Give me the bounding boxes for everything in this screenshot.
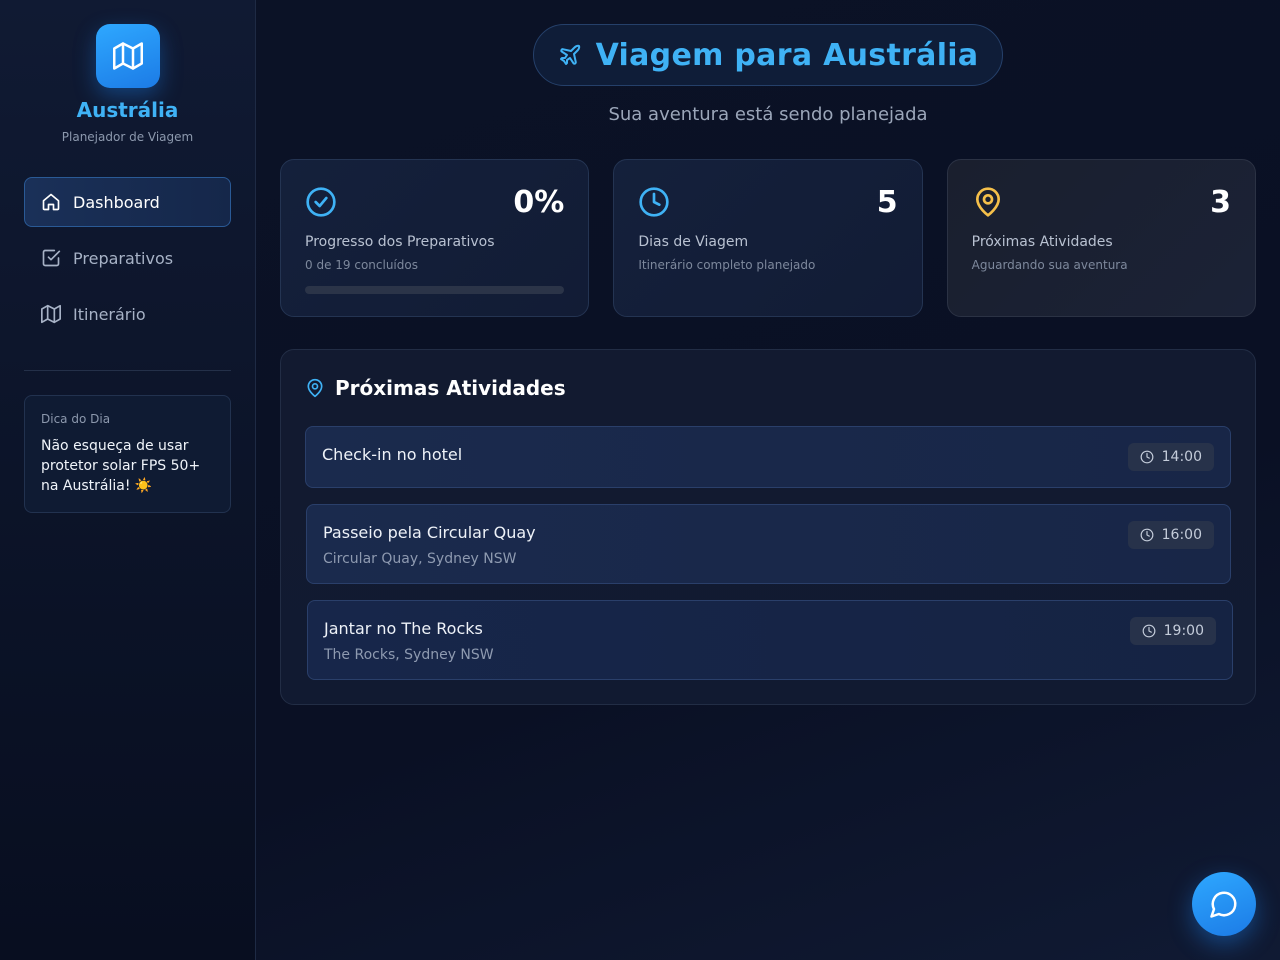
time-badge: 16:00: [1127, 521, 1214, 549]
progress-bar: [305, 286, 565, 294]
hero: Viagem para Austrália Sua aventura está …: [280, 24, 1256, 125]
sidebar-divider: [24, 370, 231, 371]
clock-icon: [1140, 528, 1154, 542]
stat-value: 5: [876, 184, 898, 220]
page-subtitle: Sua aventura está sendo planejada: [608, 104, 928, 125]
stat-description: Itinerário completo planejado: [638, 258, 816, 272]
time-badge: 19:00: [1129, 617, 1216, 645]
stat-label: Dias de Viagem: [638, 234, 749, 250]
hero-pill: Viagem para Austrália: [532, 24, 1004, 86]
sidebar-nav: Dashboard Preparativos Itinerário: [24, 177, 231, 339]
stat-card-progress: 0% Progresso dos Preparativos 0 de 19 co…: [280, 159, 590, 317]
sidebar-item-preparativos[interactable]: Preparativos: [24, 233, 231, 283]
sidebar: Austrália Planejador de Viagem Dashboard…: [0, 0, 256, 960]
activity-time: 14:00: [1161, 449, 1202, 465]
tip-text: Não esqueça de usar protetor solar FPS 5…: [41, 438, 201, 494]
activities-panel: Próximas Atividades Check-in no hotel 14…: [280, 349, 1256, 705]
brand-logo[interactable]: [95, 24, 160, 88]
sidebar-item-label: Itinerário: [73, 304, 146, 324]
chat-button[interactable]: [1192, 872, 1256, 936]
home-icon: [42, 193, 60, 211]
brand: Austrália Planejador de Viagem: [24, 24, 231, 144]
check-circle-icon: [306, 187, 336, 217]
activity-item[interactable]: Jantar no The Rocks The Rocks, Sydney NS…: [307, 600, 1233, 680]
map-pin-icon: [975, 187, 1000, 217]
map-icon: [112, 42, 143, 70]
map-pin-icon: [307, 378, 323, 398]
map-icon: [41, 304, 61, 324]
activities-list: Check-in no hotel 14:00 Passeio pela Cir…: [305, 426, 1233, 680]
activity-location: Circular Quay, Sydney NSW: [323, 551, 517, 567]
plane-icon: [559, 44, 580, 65]
stat-label: Próximas Atividades: [971, 234, 1113, 250]
activity-name: Jantar no The Rocks: [324, 619, 483, 638]
activity-location: The Rocks, Sydney NSW: [324, 647, 494, 663]
stat-label: Progresso dos Preparativos: [305, 234, 495, 250]
sidebar-item-label: Dashboard: [73, 192, 160, 212]
brand-subtitle: Planejador de Viagem: [61, 130, 194, 144]
stat-description: 0 de 19 concluídos: [305, 258, 418, 272]
stat-card-days: 5 Dias de Viagem Itinerário completo pla…: [613, 159, 923, 317]
stats-row: 0% Progresso dos Preparativos 0 de 19 co…: [280, 159, 1256, 317]
activity-item[interactable]: Passeio pela Circular Quay Circular Quay…: [306, 504, 1231, 584]
activity-name: Check-in no hotel: [322, 445, 463, 464]
activity-item[interactable]: Check-in no hotel 14:00: [305, 426, 1231, 488]
time-badge: 14:00: [1127, 443, 1214, 471]
app-root: Austrália Planejador de Viagem Dashboard…: [0, 0, 1280, 960]
clock-icon: [1142, 624, 1156, 638]
page-title: Viagem para Austrália: [595, 37, 979, 73]
activities-header: Próximas Atividades: [305, 374, 1231, 402]
chat-icon: [1210, 891, 1237, 918]
activity-time: 19:00: [1163, 623, 1204, 639]
sidebar-item-label: Preparativos: [73, 248, 174, 268]
activity-time: 16:00: [1161, 527, 1202, 543]
activities-title: Próximas Atividades: [335, 376, 566, 400]
clock-icon: [1140, 450, 1154, 464]
stat-card-activities: 3 Próximas Atividades Aguardando sua ave…: [946, 159, 1256, 317]
sidebar-item-itinerario[interactable]: Itinerário: [24, 289, 231, 339]
checkbox-icon: [42, 249, 61, 267]
stat-description: Aguardando sua aventura: [971, 258, 1128, 272]
tip-card: Dica do Dia Não esqueça de usar protetor…: [24, 395, 231, 513]
stat-value: 3: [1210, 184, 1231, 220]
activity-name: Passeio pela Circular Quay: [323, 523, 536, 542]
main-content: Viagem para Austrália Sua aventura está …: [256, 0, 1280, 960]
clock-icon: [639, 187, 669, 217]
sidebar-item-dashboard[interactable]: Dashboard: [24, 177, 231, 227]
stat-value: 0%: [513, 184, 565, 220]
tip-title: Dica do Dia: [41, 412, 111, 426]
brand-title: Austrália: [76, 98, 179, 122]
